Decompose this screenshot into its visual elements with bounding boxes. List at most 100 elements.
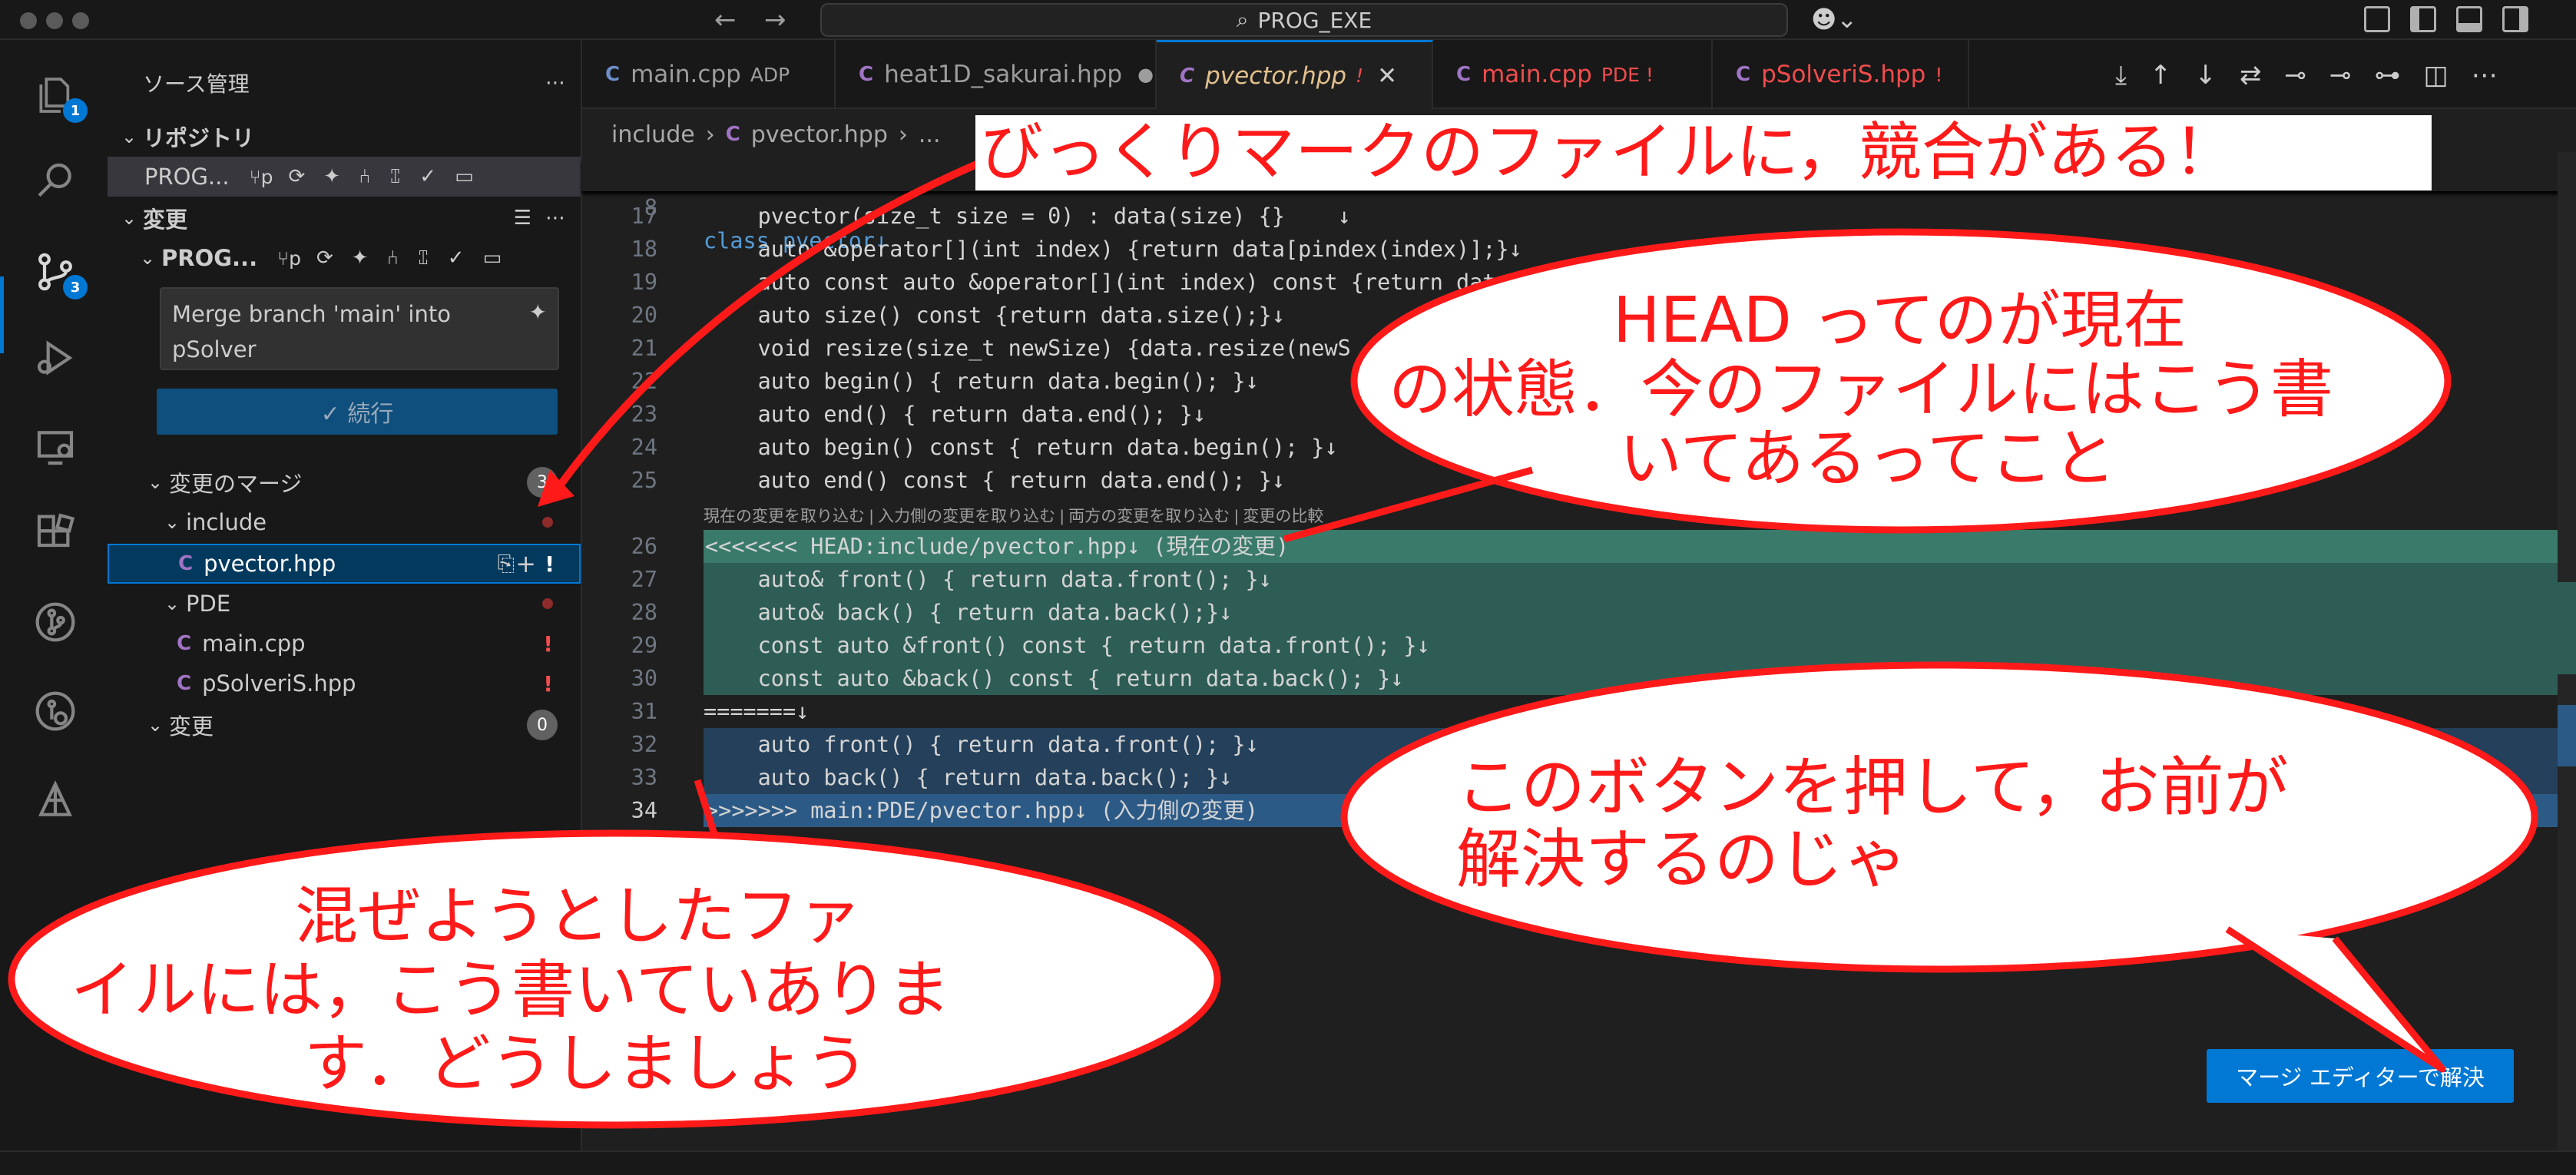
- comment-icon[interactable]: ▭: [455, 165, 474, 188]
- breadcrumb-more[interactable]: ...: [919, 121, 941, 148]
- line-number: 32: [631, 732, 657, 757]
- toggle-sidebar-icon[interactable]: [2410, 6, 2436, 32]
- git-graph-icon[interactable]: [34, 601, 77, 644]
- line-number: 34: [631, 798, 657, 823]
- minimize-window-button[interactable]: [46, 12, 63, 29]
- layout-customize-icon[interactable]: [2364, 6, 2390, 32]
- stage-plus-icon[interactable]: +: [515, 549, 536, 578]
- conflict-separator[interactable]: 31 =======↓: [582, 695, 2576, 728]
- back-arrow-icon[interactable]: ←: [714, 5, 737, 35]
- open-file-icon[interactable]: ⎘: [498, 551, 515, 577]
- comment-icon[interactable]: ▭: [483, 247, 502, 270]
- remote-explorer-icon[interactable]: [34, 425, 77, 468]
- current-change-line[interactable]: 30 const auto &back() const { return dat…: [631, 662, 2558, 695]
- changes-section[interactable]: ⌄ 変更 ☰ ⋯: [108, 198, 581, 238]
- sync-icon[interactable]: ⟳: [288, 165, 305, 188]
- accept-icon[interactable]: ⤓: [2115, 60, 2127, 91]
- code-line[interactable]: 18 auto &operator[](int index) {return d…: [582, 233, 2576, 266]
- repository-row[interactable]: PROG... ⑂p ⟳ ✦ ⑃ ⑄ ✓ ▭: [108, 157, 581, 197]
- more-actions-icon[interactable]: ⋯: [545, 71, 565, 94]
- branch-icon: ⑂p: [277, 247, 301, 270]
- cpp-file-icon: C: [605, 63, 621, 86]
- breadcrumb-folder[interactable]: include: [611, 121, 695, 148]
- pull-request-icon[interactable]: ⑃: [387, 247, 399, 270]
- code-line[interactable]: 24 auto begin() const { return data.begi…: [582, 431, 2576, 464]
- file-psolver[interactable]: C pSolveriS.hpp !: [108, 664, 581, 703]
- tab-pvector[interactable]: C pvector.hpp ! ✕: [1157, 40, 1433, 109]
- resolve-in-merge-editor-button[interactable]: マージ エディターで解決: [2207, 1049, 2514, 1103]
- branch-name: p: [260, 165, 273, 188]
- merge-changes-count: 3: [527, 467, 558, 498]
- merge-changes-section[interactable]: ⌄ 変更のマージ 3: [108, 462, 581, 502]
- line-number: 28: [631, 600, 657, 625]
- status-bar: [0, 1150, 2576, 1175]
- toggle-panel-icon[interactable]: [2456, 6, 2482, 32]
- commit-message-input[interactable]: Merge branch 'main' into pSolver ✦: [160, 287, 559, 370]
- tab-description: !: [1935, 63, 1943, 86]
- go-back-icon[interactable]: ⊸: [2285, 60, 2307, 91]
- maximize-window-button[interactable]: [72, 12, 89, 29]
- git-history-icon[interactable]: [34, 690, 77, 733]
- changes-section-tools: ☰ ⋯: [514, 207, 565, 230]
- unsaved-dot-icon[interactable]: ●: [1137, 64, 1154, 85]
- run-debug-icon[interactable]: [34, 336, 77, 379]
- extensions-icon[interactable]: [34, 513, 77, 556]
- forward-arrow-icon[interactable]: →: [764, 5, 786, 35]
- cpp-file-icon: C: [725, 123, 740, 146]
- more-actions-icon[interactable]: ⋯: [2472, 60, 2498, 91]
- unstaged-label: 変更: [169, 713, 214, 740]
- current-change-line[interactable]: 29 const auto &front() const { return da…: [631, 629, 2558, 662]
- continue-button[interactable]: ✓ 続行: [157, 389, 558, 435]
- file-pvector[interactable]: C pvector.hpp ⎘ + !: [108, 544, 581, 584]
- command-center[interactable]: ⌕ PROG_EXE: [820, 3, 1788, 37]
- commit-check-icon[interactable]: ✓: [419, 165, 436, 188]
- folder-pde[interactable]: ⌄ PDE: [108, 584, 581, 624]
- stash-icon[interactable]: ⑄: [417, 247, 429, 270]
- close-icon[interactable]: ✕: [1377, 62, 1397, 90]
- sync-icon[interactable]: ⟳: [316, 247, 333, 270]
- compare-icon[interactable]: ⇄: [2240, 60, 2262, 91]
- pull-request-icon[interactable]: ⑃: [359, 165, 371, 188]
- stash-icon[interactable]: ⑄: [389, 165, 402, 188]
- file-main[interactable]: C main.cpp !: [108, 624, 581, 664]
- search-icon[interactable]: [34, 160, 77, 203]
- code-line[interactable]: 19 auto const auto &operator[](int index…: [582, 266, 2576, 299]
- code-line[interactable]: 20 auto size() const {return data.size()…: [582, 299, 2576, 332]
- next-conflict-icon[interactable]: ↓: [2195, 60, 2217, 91]
- tab-psolver[interactable]: C pSolveriS.hpp !: [1713, 40, 1969, 109]
- unstaged-changes-section[interactable]: ⌄ 変更 0: [108, 705, 581, 745]
- code-line[interactable]: 25 auto end() const { return data.end();…: [582, 464, 2576, 497]
- conflict-status: !: [543, 631, 553, 657]
- current-change-line[interactable]: 28 auto& back() { return data.back();}↓: [631, 596, 2558, 629]
- sparkle-icon[interactable]: ✦: [529, 295, 547, 330]
- search-icon: ⌕: [1236, 7, 1249, 32]
- timeline-icon[interactable]: ⊸: [2329, 60, 2352, 91]
- split-editor-icon[interactable]: ◫: [2424, 60, 2449, 91]
- conflict-marker-current[interactable]: 26 <<<<<<< HEAD:include/pvector.hpp↓ (現在の…: [631, 530, 2558, 563]
- timeline-forward-icon[interactable]: ⊶: [2375, 60, 2401, 91]
- tab-main-adp[interactable]: C main.cpp ADP: [582, 40, 836, 109]
- line-number: 17: [631, 204, 657, 229]
- current-change-line[interactable]: 27 auto& front() { return data.front(); …: [631, 563, 2558, 596]
- tree-icon[interactable]: [34, 779, 77, 822]
- more-actions-icon[interactable]: ⋯: [545, 207, 565, 230]
- tree-view-icon[interactable]: ☰: [514, 207, 531, 230]
- tab-main-pde[interactable]: C main.cpp PDE !: [1433, 40, 1713, 109]
- cpp-file-icon: C: [1736, 63, 1751, 86]
- folder-include[interactable]: ⌄ include: [108, 502, 581, 542]
- sparkle-icon[interactable]: ✦: [352, 247, 369, 270]
- code-line[interactable]: 17 pvector(size_t size = 0) : data(size)…: [582, 200, 2576, 233]
- changes-repository-row[interactable]: ⌄ PROG... ⑂p ⟳ ✦ ⑃ ⑄ ✓ ▭: [108, 238, 581, 278]
- tab-heat1d[interactable]: C heat1D_sakurai.hpp ●: [836, 40, 1157, 109]
- editor-minimap[interactable]: [2558, 152, 2576, 1150]
- chevron-right-icon: ›: [705, 121, 715, 148]
- copilot-icon[interactable]: ☻⌄: [1811, 5, 1857, 34]
- commit-check-icon[interactable]: ✓: [448, 247, 465, 270]
- toggle-secondary-sidebar-icon[interactable]: [2502, 6, 2528, 32]
- close-window-button[interactable]: [20, 12, 37, 29]
- breadcrumb-file[interactable]: pvector.hpp: [751, 121, 888, 148]
- previous-conflict-icon[interactable]: ↑: [2150, 60, 2172, 91]
- sparkle-icon[interactable]: ✦: [323, 165, 340, 188]
- repositories-section[interactable]: ⌄ リポジトリ: [108, 117, 581, 157]
- merge-codelens[interactable]: 現在の変更を取り込む | 入力側の変更を取り込む | 両方の変更を取り込む | …: [704, 504, 1323, 527]
